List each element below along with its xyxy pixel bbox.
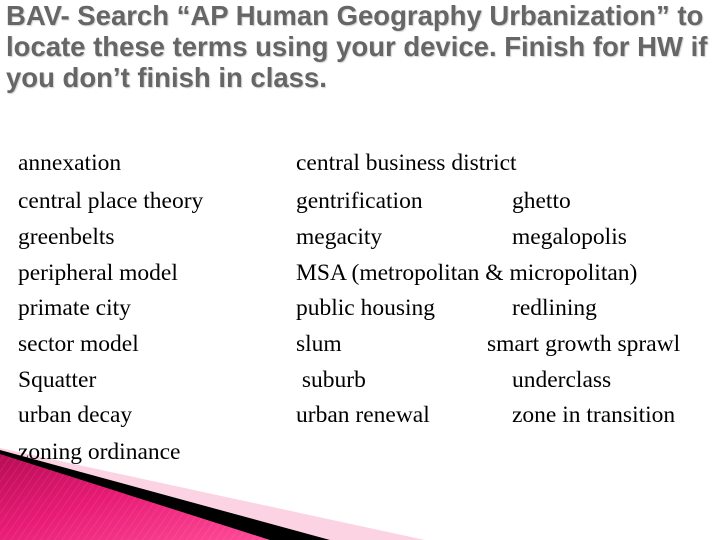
- right-term: urban renewal: [296, 402, 430, 428]
- left-term: primate city: [18, 295, 131, 321]
- left-term: annexation: [18, 150, 122, 176]
- right-term: slum: [296, 331, 342, 357]
- right-term-secondary: ghetto: [512, 188, 571, 214]
- left-term: greenbelts: [18, 224, 115, 250]
- right-term: suburb: [296, 367, 366, 393]
- right-term: public housing: [296, 295, 436, 321]
- right-term: central business district: [296, 150, 517, 176]
- left-term: urban decay: [18, 402, 133, 428]
- right-term-secondary: zone in transition: [512, 402, 676, 428]
- right-term: megacity: [296, 224, 383, 250]
- right-term-secondary: underclass: [512, 367, 612, 393]
- slide-title: BAV- Search “AP Human Geography Urbaniza…: [6, 0, 708, 93]
- left-term: Squatter: [18, 367, 97, 393]
- right-term-secondary: redlining: [512, 295, 597, 321]
- right-term-secondary: smart growth sprawl: [487, 331, 681, 357]
- left-term: peripheral model: [18, 260, 178, 286]
- left-term: sector model: [18, 331, 139, 357]
- right-term-secondary: megalopolis: [512, 224, 627, 250]
- right-term: gentrification: [296, 188, 423, 214]
- right-term: MSA (metropolitan & micropolitan): [296, 260, 638, 286]
- left-term: central place theory: [18, 188, 204, 214]
- left-term: zoning ordinance: [18, 439, 181, 465]
